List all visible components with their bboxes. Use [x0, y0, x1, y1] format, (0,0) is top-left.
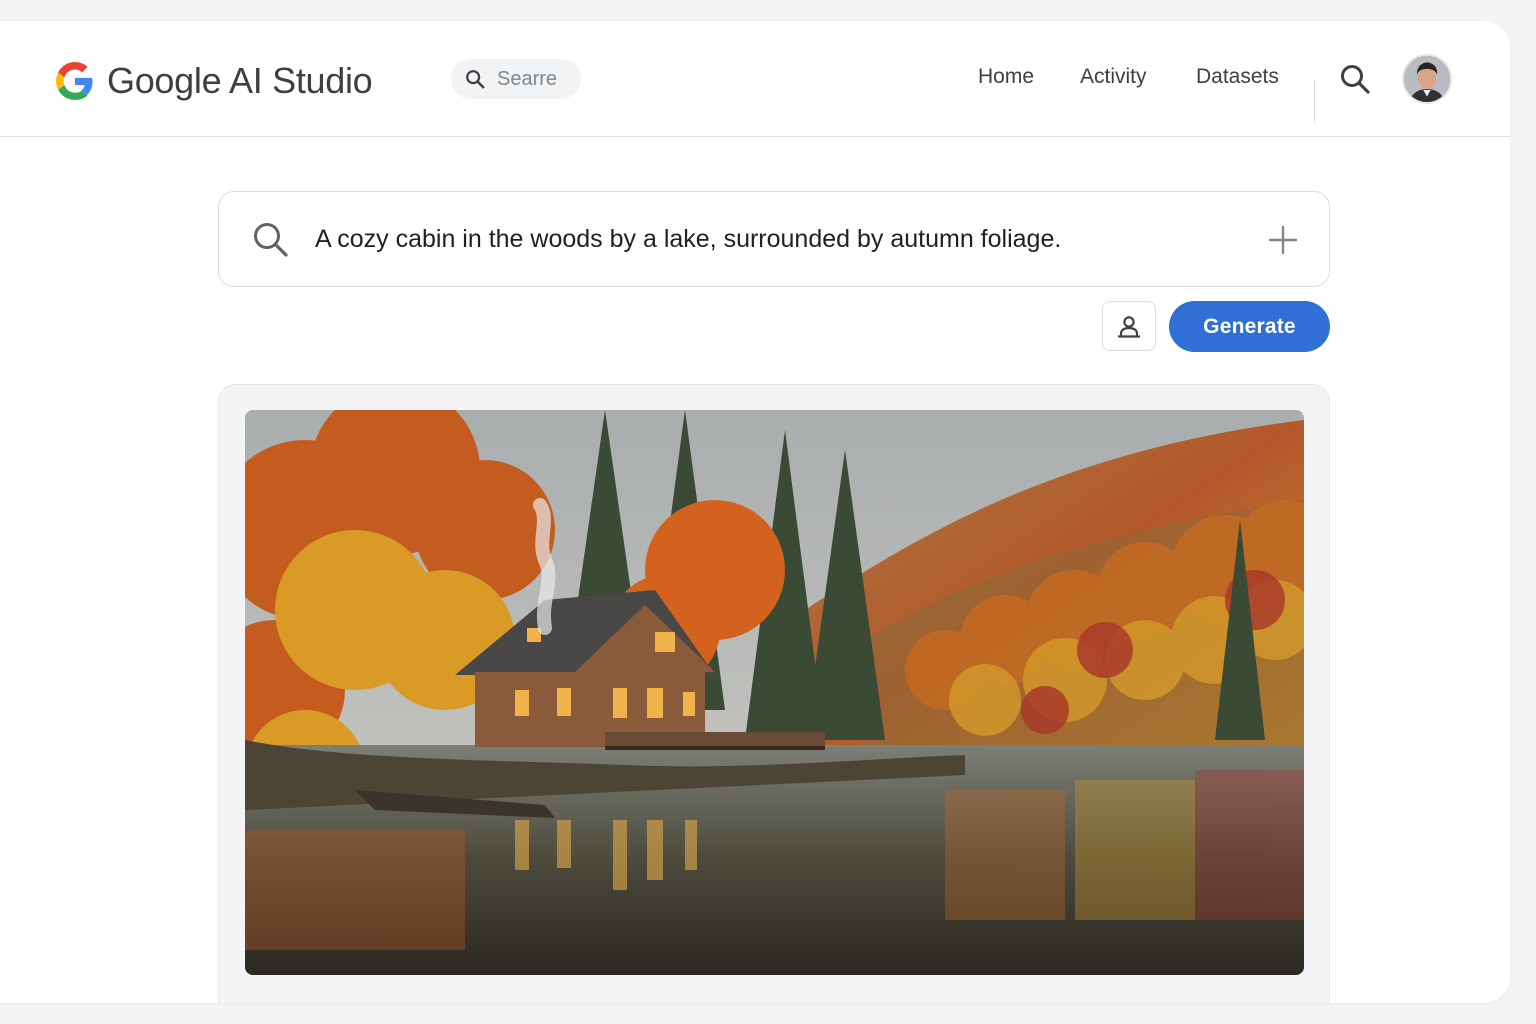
header-divider — [1314, 79, 1315, 123]
generate-button[interactable]: Generate — [1169, 301, 1330, 352]
search-icon[interactable] — [1338, 62, 1372, 96]
avatar[interactable] — [1402, 54, 1452, 104]
app-name: Google AI Studio — [107, 60, 373, 101]
result-card — [218, 384, 1330, 1003]
search-icon — [466, 70, 485, 89]
search-icon — [254, 223, 288, 257]
prompt-input[interactable] — [315, 214, 1235, 264]
user-avatar-icon — [1404, 56, 1450, 102]
app-window: Google AI Studio Home Activity Datasets — [0, 21, 1510, 1003]
plus-icon[interactable] — [1265, 222, 1301, 258]
nav-activity[interactable]: Activity — [1080, 65, 1147, 89]
google-g-icon — [56, 62, 93, 100]
generated-image[interactable] — [245, 410, 1304, 975]
cabin-lake-image — [245, 410, 1304, 975]
logo[interactable]: Google AI Studio — [56, 60, 373, 102]
top-header: Google AI Studio Home Activity Datasets — [0, 21, 1510, 137]
nav-home[interactable]: Home — [978, 65, 1034, 89]
header-search-field[interactable] — [451, 59, 581, 99]
header-search-input[interactable] — [497, 67, 571, 91]
prompt-box — [218, 191, 1330, 287]
reference-image-button[interactable] — [1102, 301, 1156, 351]
nav-datasets[interactable]: Datasets — [1196, 65, 1279, 89]
person-icon — [1117, 316, 1141, 338]
